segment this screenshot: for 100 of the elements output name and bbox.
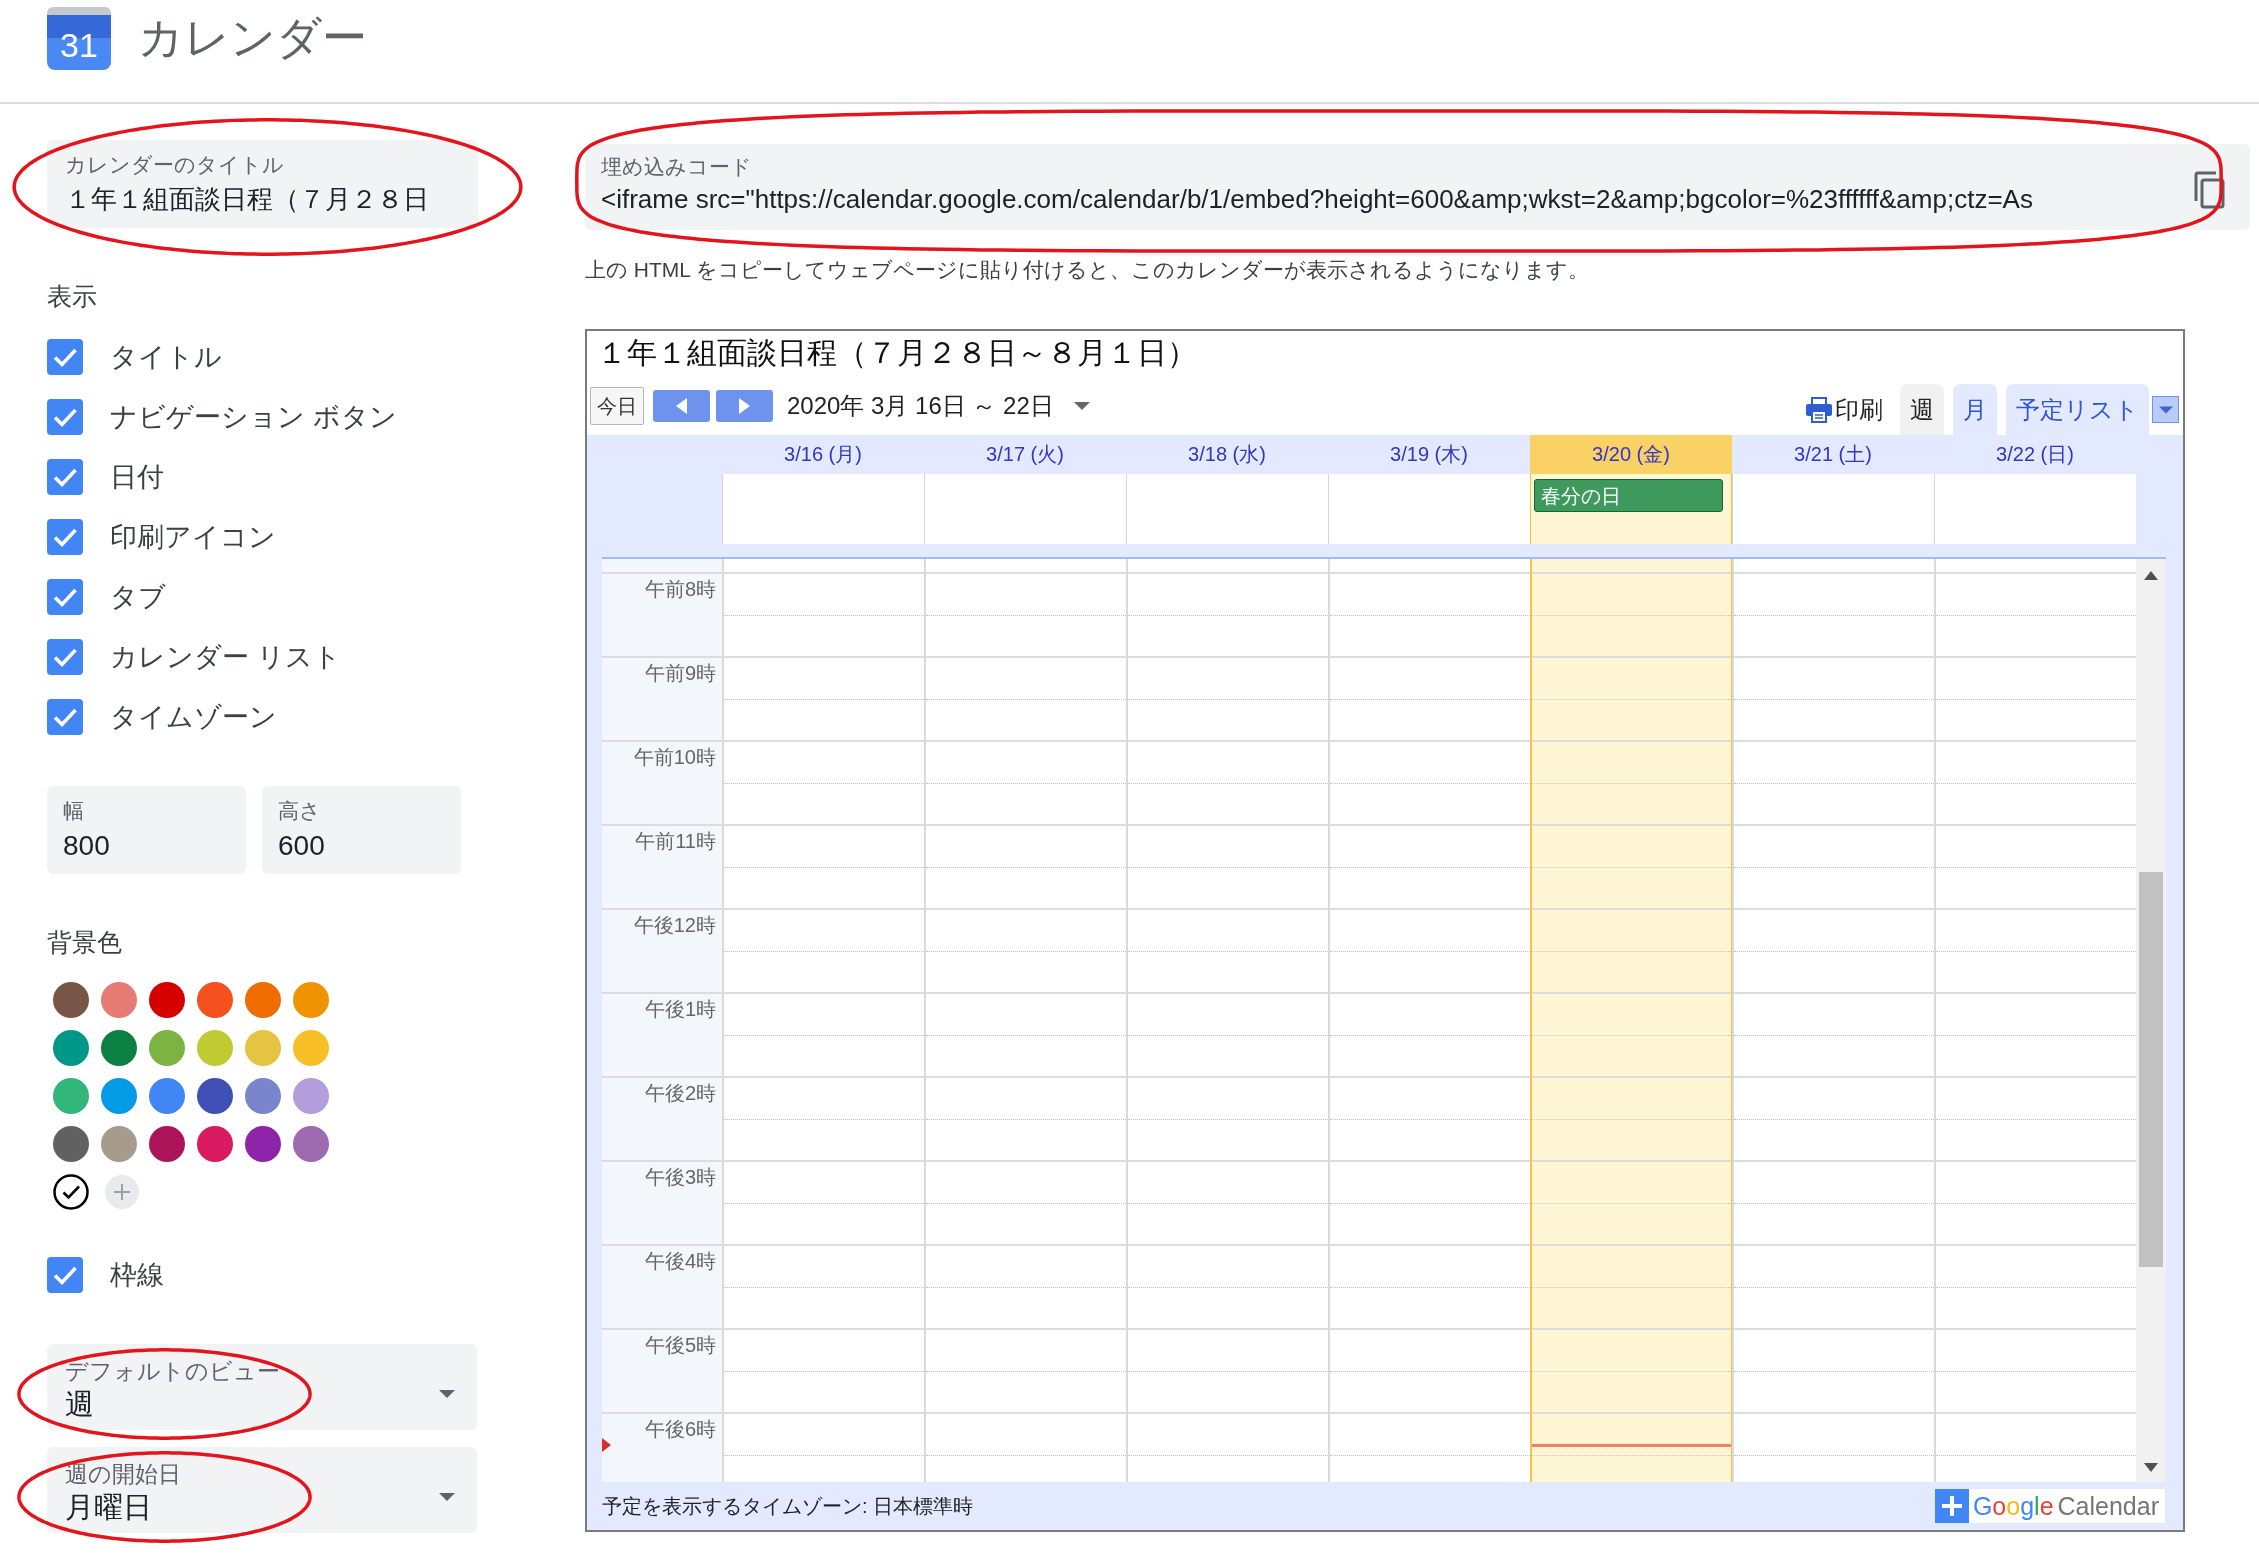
color-swatch[interactable]: [101, 1030, 137, 1066]
day-header[interactable]: 3/20 (金): [1530, 435, 1732, 474]
view-tab[interactable]: 週: [1900, 384, 1944, 435]
color-swatch[interactable]: [197, 982, 233, 1018]
color-swatch[interactable]: [245, 1078, 281, 1114]
embed-code-field[interactable]: 埋め込みコード <iframe src="https://calendar.google.com/calendar/b/1/embed?height=600&amp;wkst=2&amp;bgcolor=%23ffffff&amp;ctz=As: [585, 144, 2250, 230]
color-swatch[interactable]: [149, 1126, 185, 1162]
color-swatch[interactable]: [245, 1126, 281, 1162]
hour-label: 午後4時: [644, 1250, 716, 1272]
all-day-cell[interactable]: [1126, 474, 1328, 544]
color-swatch[interactable]: [293, 1126, 329, 1162]
color-swatch[interactable]: [101, 1126, 137, 1162]
calendar-menu-button[interactable]: [2152, 396, 2179, 423]
day-header[interactable]: 3/21 (土): [1732, 435, 1934, 474]
hour-label: 午前9時: [644, 662, 716, 684]
checkbox[interactable]: [47, 519, 83, 555]
product-label: Calendar: [2057, 1491, 2159, 1521]
hour-label: 午後3時: [644, 1166, 716, 1188]
copy-button[interactable]: [2192, 171, 2226, 209]
caret-down-icon: [439, 1389, 455, 1398]
color-swatch[interactable]: [245, 982, 281, 1018]
all-day-cell[interactable]: [924, 474, 1126, 544]
day-header[interactable]: 3/16 (月): [722, 435, 924, 474]
all-day-cell[interactable]: [1732, 474, 1934, 544]
caret-down-icon: [2158, 405, 2173, 414]
scrollbar-thumb[interactable]: [2139, 872, 2163, 1267]
option-label[interactable]: タイトル: [110, 336, 222, 378]
scrollbar[interactable]: [2136, 559, 2166, 1482]
plus-icon: [1934, 1489, 1969, 1523]
today-button[interactable]: 今日: [590, 387, 644, 425]
printer-icon: [1805, 395, 1833, 424]
checkbox[interactable]: [47, 639, 83, 675]
view-tab[interactable]: 月: [1953, 384, 1997, 435]
plus-icon: [113, 1183, 131, 1201]
checkbox[interactable]: [47, 699, 83, 735]
app-title: カレンダー: [138, 15, 367, 60]
color-swatch[interactable]: [293, 982, 329, 1018]
event-chip[interactable]: 春分の日: [1534, 479, 1723, 512]
timezone-note: 予定を表示するタイムゾーン: 日本標準時: [602, 1494, 974, 1519]
option-label[interactable]: 印刷アイコン: [110, 516, 276, 558]
color-swatch[interactable]: [293, 1030, 329, 1066]
hour-label: 午前11時: [635, 830, 716, 852]
all-day-cell[interactable]: [722, 474, 924, 544]
hour-label: 午後5時: [644, 1334, 716, 1356]
section-heading: 背景色: [47, 927, 123, 957]
color-swatch[interactable]: [53, 1030, 89, 1066]
checkbox[interactable]: [47, 339, 83, 375]
all-day-cell[interactable]: [1328, 474, 1530, 544]
color-swatch[interactable]: [245, 1030, 281, 1066]
caret-up-icon[interactable]: [2144, 571, 2158, 580]
google-calendar-link[interactable]: Google Calendar: [1934, 1489, 2165, 1523]
add-color-button[interactable]: [105, 1175, 139, 1209]
calendar-title-field[interactable]: カレンダーのタイトル １年１組面談日程（７月２８日: [47, 140, 478, 228]
color-swatch[interactable]: [53, 1126, 89, 1162]
all-day-cell[interactable]: [1934, 474, 2136, 544]
print-button[interactable]: 印刷: [1805, 391, 1883, 428]
checkbox[interactable]: [47, 579, 83, 615]
day-header[interactable]: 3/19 (木): [1328, 435, 1530, 474]
color-swatch[interactable]: [197, 1126, 233, 1162]
hour-label: 午後6時: [644, 1418, 716, 1440]
day-header[interactable]: 3/18 (水): [1126, 435, 1328, 474]
dropdown-field[interactable]: 週の開始日 月曜日: [47, 1447, 477, 1533]
hour-label: 午後2時: [644, 1082, 716, 1104]
checkbox[interactable]: [47, 399, 83, 435]
color-swatch[interactable]: [53, 982, 89, 1018]
hour-label: 午前10時: [633, 746, 716, 768]
option-label[interactable]: 日付: [110, 456, 164, 498]
previous-button[interactable]: [653, 390, 710, 422]
color-swatch[interactable]: [53, 1078, 89, 1114]
calendar-logo: 31: [47, 7, 111, 70]
option-label[interactable]: タブ: [110, 576, 166, 618]
day-header[interactable]: 3/22 (日): [1934, 435, 2136, 474]
color-swatch[interactable]: [293, 1078, 329, 1114]
caret-down-icon: [1073, 402, 1090, 410]
color-swatch[interactable]: [149, 1030, 185, 1066]
option-label[interactable]: カレンダー リスト: [110, 636, 341, 678]
calendar-title: １年１組面談日程（７月２８日～８月１日）: [596, 335, 1198, 371]
color-swatch[interactable]: [197, 1030, 233, 1066]
selected-color-swatch[interactable]: [53, 1174, 89, 1210]
size-field[interactable]: 高さ 600: [262, 786, 461, 874]
option-label[interactable]: 枠線: [110, 1254, 164, 1296]
copy-icon: [2192, 171, 2226, 209]
next-button[interactable]: [716, 390, 773, 422]
caret-left-icon: [676, 398, 687, 414]
color-swatch[interactable]: [101, 1078, 137, 1114]
all-day-cell[interactable]: 春分の日: [1530, 474, 1732, 544]
size-field[interactable]: 幅 800: [47, 786, 246, 874]
color-swatch[interactable]: [197, 1078, 233, 1114]
day-header[interactable]: 3/17 (火): [924, 435, 1126, 474]
color-swatch[interactable]: [149, 982, 185, 1018]
checkbox[interactable]: [47, 459, 83, 495]
option-label[interactable]: ナビゲーション ボタン: [110, 396, 397, 438]
option-label[interactable]: タイムゾーン: [110, 696, 277, 738]
color-swatch[interactable]: [149, 1078, 185, 1114]
dropdown-field[interactable]: デフォルトのビュー 週: [47, 1344, 477, 1430]
caret-down-icon: [439, 1492, 455, 1501]
caret-down-icon[interactable]: [2144, 1463, 2158, 1472]
checkbox[interactable]: [47, 1257, 83, 1293]
color-swatch[interactable]: [101, 982, 137, 1018]
view-tab[interactable]: 予定リスト: [2006, 384, 2149, 435]
